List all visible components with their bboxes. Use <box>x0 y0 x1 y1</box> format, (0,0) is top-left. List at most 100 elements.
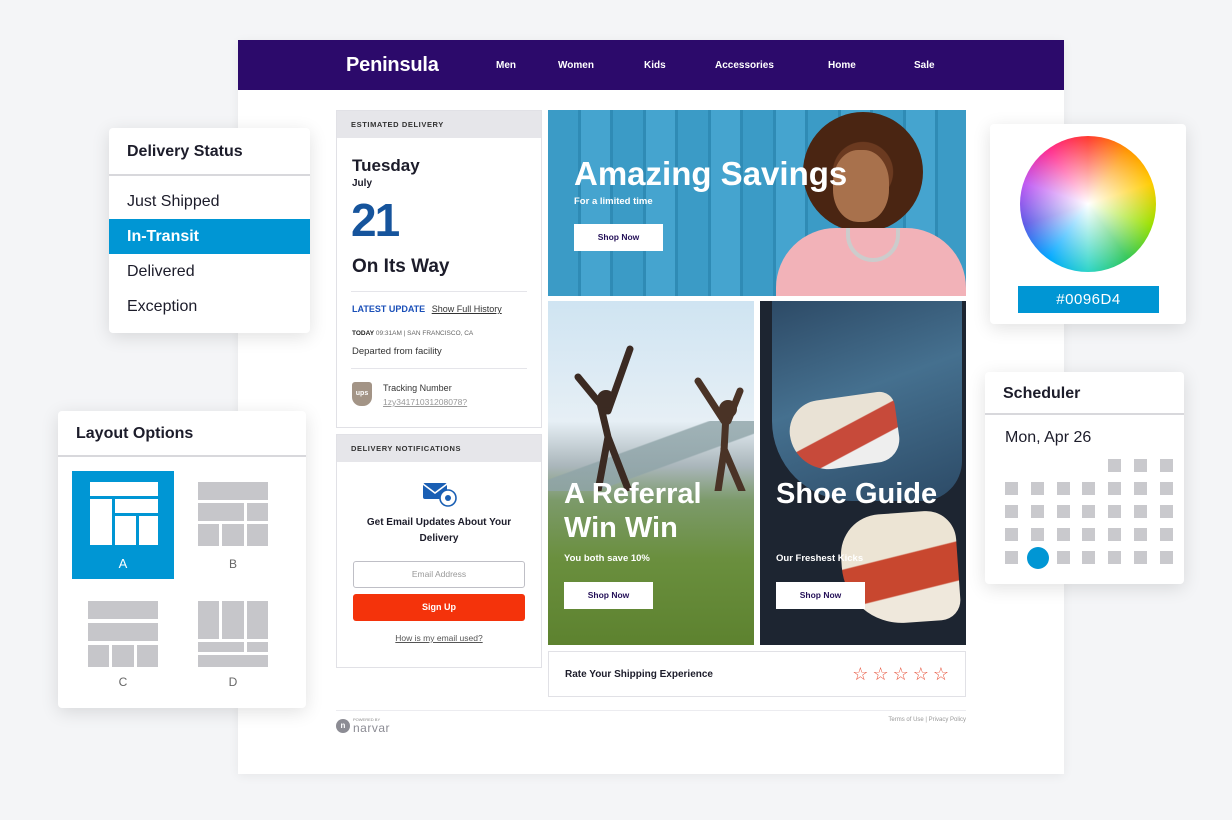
status-option-in-transit[interactable]: In-Transit <box>109 219 310 254</box>
calendar-day[interactable] <box>1030 482 1044 495</box>
calendar-day[interactable] <box>1108 482 1122 495</box>
layout-option-b[interactable]: B <box>182 471 284 579</box>
selected-date: Mon, Apr 26 <box>1005 429 1092 446</box>
layout-label: B <box>228 557 237 571</box>
nav-link-women[interactable]: Women <box>558 60 644 71</box>
layout-option-d[interactable]: D <box>182 593 284 693</box>
legal-links[interactable]: Terms of Use | Privacy Policy <box>888 717 966 723</box>
calendar-day[interactable] <box>1134 528 1147 541</box>
layout-options-widget: Layout Options A B C D <box>58 411 306 708</box>
calendar-day[interactable] <box>1108 459 1122 472</box>
calendar-day[interactable] <box>1030 505 1044 518</box>
status-option-just-shipped[interactable]: Just Shipped <box>109 184 310 219</box>
hero-title: Amazing Savings <box>574 155 848 192</box>
nav-link-men[interactable]: Men <box>496 60 558 71</box>
hero-title: Shoe Guide <box>776 478 938 510</box>
calendar-day[interactable] <box>1005 505 1018 518</box>
hero-title: A Referral Win Win <box>564 478 702 544</box>
delivery-status-widget: Delivery Status Just Shipped In-Transit … <box>109 128 310 333</box>
calendar-day[interactable] <box>1108 505 1122 518</box>
shop-now-button[interactable]: Shop Now <box>564 582 653 609</box>
calendar-day[interactable] <box>1082 528 1096 541</box>
calendar-day[interactable] <box>1056 551 1070 564</box>
narvar-wordmark: POWERED BY narvar <box>353 717 390 734</box>
latest-update-label: LATEST UPDATE <box>352 304 426 314</box>
layout-label: D <box>228 675 238 689</box>
tracking-event: Departed from facility <box>352 346 442 357</box>
star-icon[interactable]: ☆ <box>913 664 929 684</box>
calendar-day[interactable] <box>1159 459 1173 472</box>
email-usage-link[interactable]: How is my email used? <box>337 633 541 643</box>
calendar-day[interactable] <box>1159 505 1173 518</box>
layout-label: C <box>118 675 128 689</box>
nav-link-home[interactable]: Home <box>828 60 914 71</box>
latest-update-row: LATEST UPDATE Show Full History <box>352 304 502 314</box>
show-full-history-link[interactable]: Show Full History <box>432 304 502 314</box>
today-label: TODAY <box>352 330 375 337</box>
calendar-day[interactable] <box>1056 528 1070 541</box>
star-icon[interactable]: ☆ <box>872 664 888 684</box>
tracking-number-link[interactable]: 1zy34171031208078? <box>383 397 467 407</box>
rating-label: Rate Your Shipping Experience <box>565 669 713 680</box>
calendar-day[interactable] <box>1134 551 1147 564</box>
status-option-delivered[interactable]: Delivered <box>109 254 310 289</box>
delivery-notifications-card: DELIVERY NOTIFICATIONS Get Email Updates… <box>336 434 542 668</box>
selected-day-dot[interactable] <box>1026 547 1049 569</box>
calendar-day[interactable] <box>1056 482 1070 495</box>
delivery-date: 21 <box>351 194 400 246</box>
brand-logo[interactable]: Peninsula <box>346 54 496 77</box>
calendar-day[interactable] <box>1159 551 1173 564</box>
narvar-logo-icon: n <box>336 718 350 733</box>
notifications-title: Get Email Updates About Your Delivery <box>366 517 512 544</box>
sign-up-button[interactable]: Sign Up <box>353 594 525 621</box>
hero-referral[interactable]: A Referral Win Win You both save 10% Sho… <box>548 301 754 645</box>
calendar-day[interactable] <box>1005 528 1018 541</box>
hero-subtitle: Our Freshest Kicks <box>776 553 864 564</box>
calendar-day[interactable] <box>1082 482 1096 495</box>
email-icon <box>423 483 457 507</box>
nav-link-accessories[interactable]: Accessories <box>715 60 828 71</box>
calendar-day[interactable] <box>1134 459 1147 472</box>
shop-now-button[interactable]: Shop Now <box>574 224 663 251</box>
calendar-day[interactable] <box>1056 505 1070 518</box>
email-preview: Peninsula Men Women Kids Accessories Hom… <box>238 40 1064 774</box>
calendar-day[interactable] <box>1005 482 1018 495</box>
narvar-logo-text: narvar <box>353 721 391 735</box>
nav-link-sale[interactable]: Sale <box>914 60 954 71</box>
estimated-delivery-card: ESTIMATED DELIVERY Tuesday July 21 On It… <box>336 110 542 428</box>
hex-value[interactable]: #0096D4 <box>1018 286 1159 313</box>
calendar-day[interactable] <box>1108 551 1122 564</box>
star-icon[interactable]: ☆ <box>893 664 909 684</box>
calendar-day[interactable] <box>1159 482 1173 495</box>
delivery-status: On Its Way <box>352 256 450 277</box>
layout-option-a[interactable]: A <box>72 471 174 579</box>
rating-card: Rate Your Shipping Experience ☆ ☆ ☆ ☆ ☆ <box>548 651 966 697</box>
top-nav: Peninsula Men Women Kids Accessories Hom… <box>238 40 1064 90</box>
calendar-day[interactable] <box>1005 551 1018 564</box>
nav-link-kids[interactable]: Kids <box>644 60 715 71</box>
delivery-month: July <box>352 178 373 189</box>
star-icon[interactable]: ☆ <box>852 664 868 684</box>
calendar-day[interactable] <box>1108 528 1122 541</box>
layout-option-c[interactable]: C <box>72 593 174 693</box>
delivery-day: Tuesday <box>352 156 420 175</box>
calendar-day[interactable] <box>1082 551 1096 564</box>
star-rating: ☆ ☆ ☆ ☆ ☆ <box>852 664 949 684</box>
shop-now-button[interactable]: Shop Now <box>776 582 865 609</box>
color-wheel[interactable] <box>1020 136 1156 272</box>
star-icon[interactable]: ☆ <box>933 664 949 684</box>
divider <box>351 291 527 292</box>
calendar-day[interactable] <box>1134 505 1147 518</box>
calendar-day[interactable] <box>1159 528 1173 541</box>
status-list: Just Shipped In-Transit Delivered Except… <box>109 176 310 324</box>
hero-shoe-guide[interactable]: Shoe Guide Our Freshest Kicks Shop Now <box>760 301 966 645</box>
hero-amazing-savings[interactable]: Amazing Savings For a limited time Shop … <box>548 110 966 296</box>
email-input[interactable]: Email Address <box>353 561 525 588</box>
hero-subtitle: You both save 10% <box>564 553 650 564</box>
calendar-day[interactable] <box>1082 505 1096 518</box>
color-picker-widget: #0096D4 <box>990 124 1186 324</box>
calendar-day[interactable] <box>1134 482 1147 495</box>
delivery-notifications-header: DELIVERY NOTIFICATIONS <box>337 435 541 462</box>
calendar-day[interactable] <box>1030 528 1044 541</box>
status-option-exception[interactable]: Exception <box>109 289 310 324</box>
